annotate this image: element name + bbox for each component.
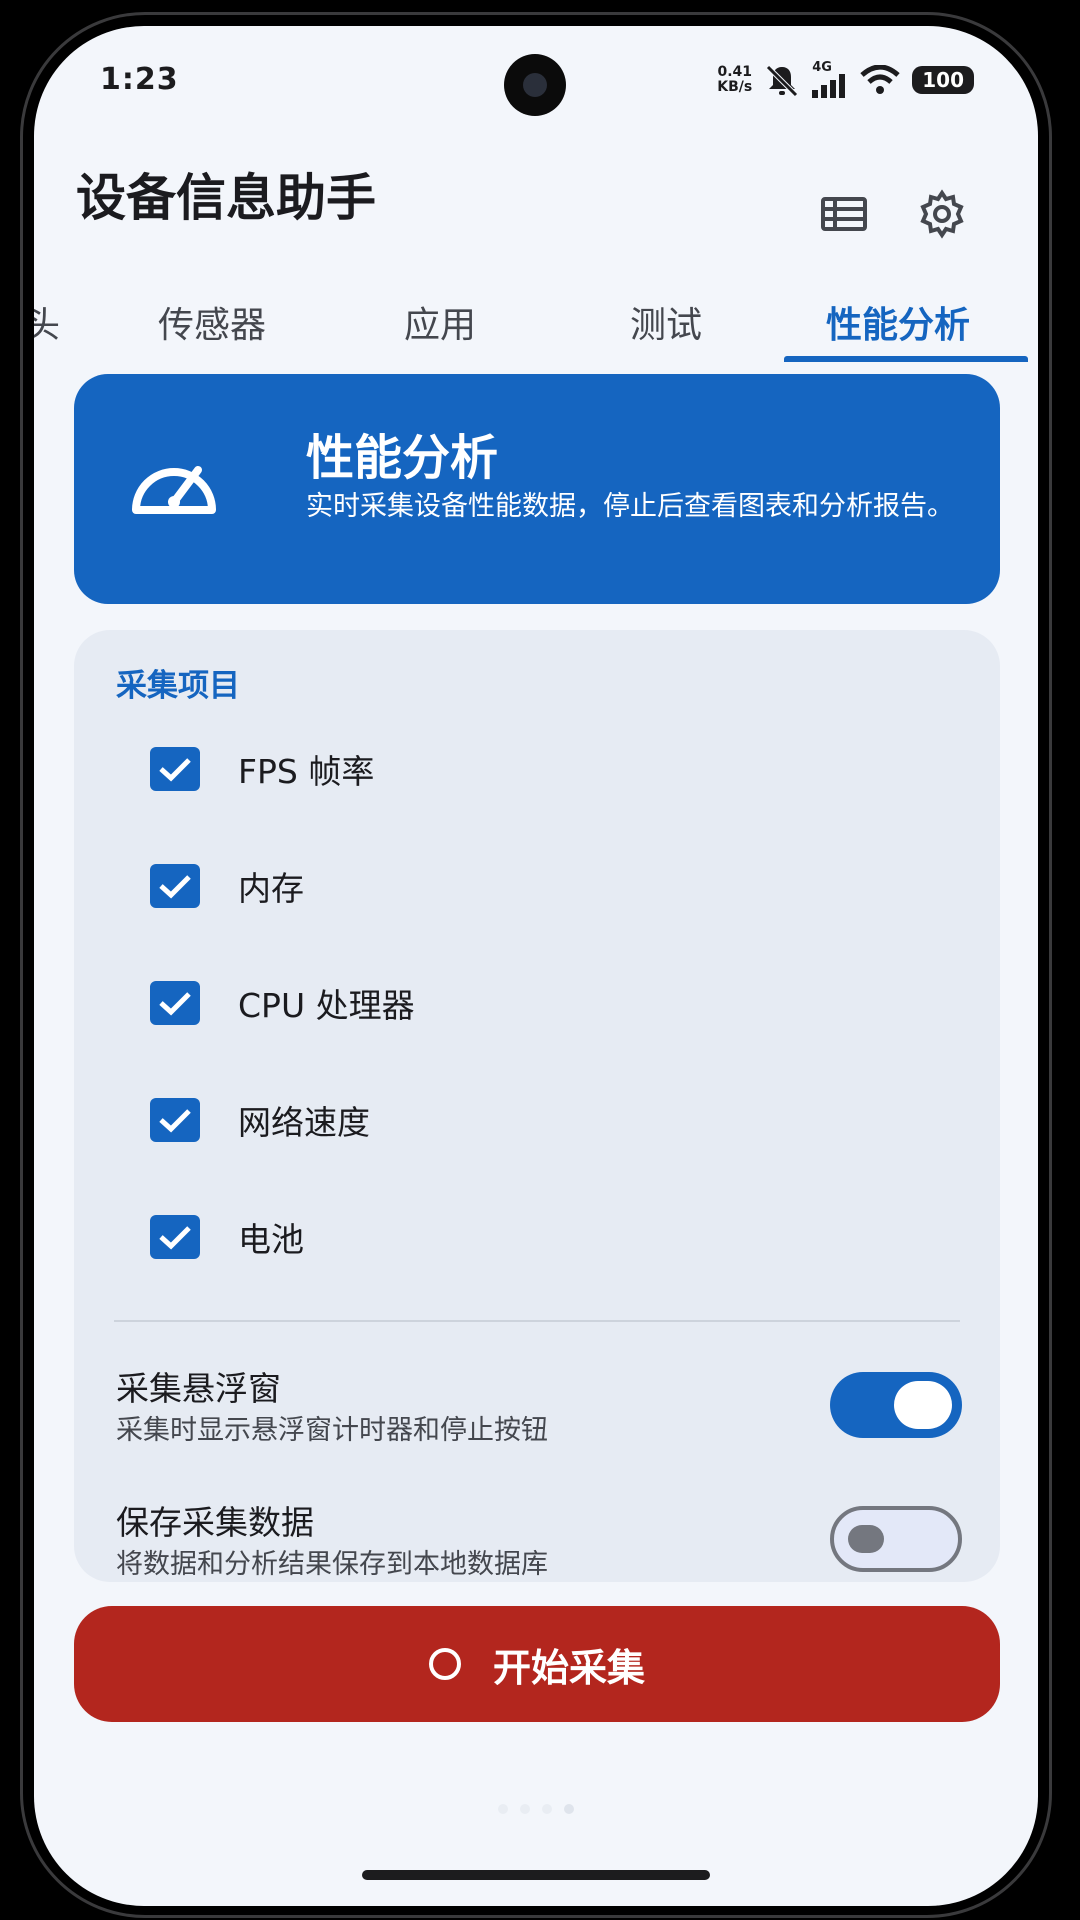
speedometer-icon bbox=[132, 466, 216, 514]
tab-sensors[interactable]: 传感器 bbox=[158, 296, 266, 348]
toggle-title: 保存采集数据 bbox=[116, 1503, 314, 1542]
start-button-label: 开始采集 bbox=[492, 1645, 645, 1690]
floating-window-switch[interactable] bbox=[830, 1372, 962, 1438]
checkbox-label: 内存 bbox=[238, 869, 304, 908]
wifi-icon bbox=[860, 65, 900, 94]
switch-knob bbox=[894, 1381, 952, 1429]
list-icon bbox=[821, 197, 867, 231]
toggle-row-floating-window[interactable]: 采集悬浮窗 采集时显示悬浮窗计时器和停止按钮 bbox=[116, 1362, 962, 1446]
settings-button[interactable] bbox=[912, 184, 972, 244]
screen: 1:23 0.41 KB/s 4G 100 设备信息助手 头 传感器 应用 测试… bbox=[34, 26, 1038, 1906]
checkbox-label: 网络速度 bbox=[238, 1103, 370, 1142]
checkbox-row-fps[interactable]: FPS 帧率 bbox=[150, 739, 850, 799]
page-dot bbox=[542, 1804, 552, 1814]
page-dot-active bbox=[564, 1804, 574, 1814]
page-dots bbox=[498, 1804, 574, 1814]
tab-performance[interactable]: 性能分析 bbox=[826, 296, 970, 348]
checkbox-network[interactable] bbox=[150, 1098, 200, 1142]
toggle-title: 采集悬浮窗 bbox=[116, 1369, 281, 1408]
checkbox-label: CPU 处理器 bbox=[238, 986, 415, 1025]
front-camera bbox=[504, 54, 566, 116]
checkbox-battery[interactable] bbox=[150, 1215, 200, 1259]
status-icons: 0.41 KB/s 4G 100 bbox=[717, 60, 974, 100]
save-data-switch[interactable] bbox=[830, 1506, 962, 1572]
checkbox-fps[interactable] bbox=[150, 747, 200, 791]
list-button[interactable] bbox=[814, 184, 874, 244]
divider bbox=[114, 1320, 960, 1322]
check-icon bbox=[159, 875, 191, 899]
switch-knob bbox=[848, 1525, 884, 1553]
checkbox-label: FPS 帧率 bbox=[238, 752, 375, 791]
hero-title: 性能分析 bbox=[306, 430, 499, 486]
section-title: 采集项目 bbox=[116, 668, 240, 704]
performance-hero-card: 性能分析 实时采集设备性能数据，停止后查看图表和分析报告。 bbox=[74, 374, 1000, 604]
checkbox-cpu[interactable] bbox=[150, 981, 200, 1025]
checkbox-row-network[interactable]: 网络速度 bbox=[150, 1090, 850, 1150]
page-dot bbox=[498, 1804, 508, 1814]
phone-frame: 1:23 0.41 KB/s 4G 100 设备信息助手 头 传感器 应用 测试… bbox=[0, 0, 1080, 1920]
toggle-subtitle: 采集时显示悬浮窗计时器和停止按钮 bbox=[116, 1415, 548, 1446]
net-speed-value: 0.41 bbox=[717, 64, 753, 80]
check-icon bbox=[159, 758, 191, 782]
home-indicator[interactable] bbox=[362, 1870, 710, 1880]
check-icon bbox=[159, 992, 191, 1016]
tab-bar: 头 传感器 应用 测试 性能分析 bbox=[34, 288, 1038, 368]
record-circle-icon bbox=[428, 1648, 461, 1680]
battery-indicator: 100 bbox=[912, 66, 974, 94]
toggle-subtitle: 将数据和分析结果保存到本地数据库 bbox=[116, 1549, 548, 1580]
bell-muted-icon bbox=[766, 65, 799, 97]
status-time: 1:23 bbox=[100, 62, 179, 97]
signal-icon bbox=[812, 74, 846, 98]
net-speed: 0.41 KB/s bbox=[717, 65, 752, 95]
checkbox-row-memory[interactable]: 内存 bbox=[150, 856, 850, 916]
check-icon bbox=[159, 1109, 191, 1133]
checkbox-row-cpu[interactable]: CPU 处理器 bbox=[150, 973, 850, 1033]
hero-description: 实时采集设备性能数据，停止后查看图表和分析报告。 bbox=[306, 491, 954, 522]
page-dot bbox=[520, 1804, 530, 1814]
network-type: 4G bbox=[812, 60, 832, 75]
tab-apps[interactable]: 应用 bbox=[404, 296, 476, 348]
tab-indicator bbox=[784, 356, 1028, 362]
net-speed-unit: KB/s bbox=[717, 79, 753, 95]
check-icon bbox=[159, 1226, 191, 1250]
collection-card: 采集项目 FPS 帧率 内存 CPU 处理器 网络速度 电池 采集悬浮窗 采集时… bbox=[74, 630, 1000, 1582]
tab-partial[interactable]: 头 bbox=[34, 296, 60, 348]
signal-group: 4G bbox=[812, 60, 848, 98]
tab-tests[interactable]: 测试 bbox=[630, 296, 702, 348]
toggle-row-save-data[interactable]: 保存采集数据 将数据和分析结果保存到本地数据库 bbox=[116, 1496, 962, 1580]
checkbox-memory[interactable] bbox=[150, 864, 200, 908]
gear-icon bbox=[920, 189, 964, 239]
checkbox-row-battery[interactable]: 电池 bbox=[150, 1207, 850, 1267]
app-title: 设备信息助手 bbox=[76, 169, 376, 227]
checkbox-label: 电池 bbox=[238, 1220, 304, 1259]
start-collection-button[interactable]: 开始采集 bbox=[74, 1606, 1000, 1722]
